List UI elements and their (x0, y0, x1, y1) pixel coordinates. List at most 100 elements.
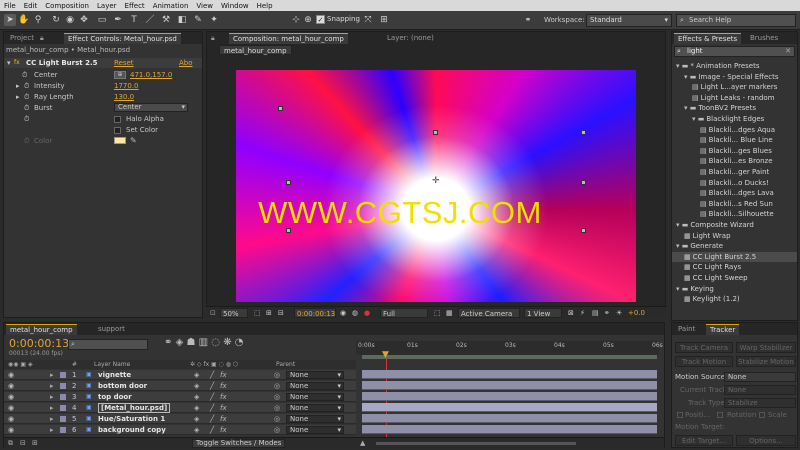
hide-shy-layers-icon[interactable]: ☗ (186, 337, 195, 348)
parent-select[interactable]: None ▾ (286, 426, 344, 434)
shy-switch-icon[interactable]: ◈ (194, 381, 199, 391)
roto-brush-tool-icon[interactable]: ✎ (192, 14, 204, 26)
track-motion-button[interactable]: Track Motion (675, 356, 733, 367)
parent-select[interactable]: None ▾ (286, 393, 344, 401)
snap-options-icon[interactable]: ⤧ (362, 14, 374, 26)
local-axis-icon[interactable]: ⊹ (290, 14, 302, 26)
zoom-out-icon[interactable]: ▲ (360, 439, 365, 447)
expand-triangle-icon[interactable]: ▸ (16, 92, 20, 102)
expand-triangle-icon[interactable]: ▸ (50, 392, 54, 402)
quality-switch-icon[interactable]: ╱ (210, 381, 214, 391)
tree-item[interactable]: ▤ Blackli...s Red Sun (672, 199, 797, 209)
position-checkbox[interactable] (677, 412, 683, 418)
lock-icon[interactable]: 🔒︎ (211, 33, 221, 44)
pick-whip-icon[interactable]: ◎ (274, 370, 280, 380)
transform-handle[interactable] (286, 180, 291, 185)
brainstorm-icon[interactable]: ❋ (223, 337, 231, 348)
layer-duration-bar[interactable] (362, 381, 657, 390)
eye-icon[interactable]: ◉ (8, 414, 14, 424)
col-layer-name[interactable]: Layer Name (94, 360, 130, 369)
expand-triangle-icon[interactable]: ▸ (50, 381, 54, 391)
label-color-swatch[interactable] (60, 383, 66, 389)
label-color-swatch[interactable] (60, 416, 66, 422)
current-time-display[interactable]: 0:00:00:13 (294, 308, 336, 318)
eye-icon[interactable]: ◉ (8, 425, 14, 435)
always-preview-icon[interactable]: ⊡ (210, 308, 216, 318)
label-color-swatch[interactable] (60, 427, 66, 433)
tree-item[interactable]: ▾ ▬ Composite Wizard (672, 220, 797, 230)
hand-tool-icon[interactable]: ✋ (18, 14, 30, 26)
fx-switch-icon[interactable]: fx (220, 425, 227, 435)
timeline-icon[interactable]: ▤ (592, 308, 599, 318)
ray-length-value[interactable]: 130.0 (114, 92, 134, 102)
menu-file[interactable]: File (0, 2, 20, 10)
transform-handle[interactable] (581, 130, 586, 135)
timeline-timecode[interactable]: 0:00:00:13 (9, 337, 69, 350)
work-area-bar[interactable] (362, 355, 657, 359)
view-options-icon[interactable]: ⊟ (278, 308, 284, 318)
in-out-pane-icon[interactable]: ⊞ (32, 439, 38, 447)
layer-duration-bar[interactable] (362, 392, 657, 401)
tab-tracker[interactable]: Tracker (706, 324, 740, 335)
motion-blur-icon[interactable]: ◌ (211, 337, 220, 348)
pick-whip-icon[interactable]: ◎ (274, 414, 280, 424)
layer-row[interactable]: ◉ ▸ 1 ▣ vignette ◈ ╱ fx ◎ None ▾ (4, 370, 356, 380)
layer-duration-bar[interactable] (362, 414, 657, 423)
layer-name[interactable]: vignette (98, 370, 131, 380)
tab-support[interactable]: support (94, 324, 129, 335)
stopwatch-icon[interactable]: ⏱ (24, 136, 29, 146)
color-swatch[interactable] (114, 137, 126, 144)
pick-whip-icon[interactable]: ◎ (274, 403, 280, 413)
rotate-tool-icon[interactable]: ↻ (50, 14, 62, 26)
label-color-swatch[interactable] (60, 372, 66, 378)
shy-switch-icon[interactable]: ◈ (194, 370, 199, 380)
expand-triangle-icon[interactable]: ▸ (50, 425, 54, 435)
layer-name[interactable]: [Metal_hour.psd] (98, 403, 171, 413)
parent-select[interactable]: None ▾ (286, 404, 344, 412)
layer-name[interactable]: background copy (98, 425, 166, 435)
show-snapshot-icon[interactable]: ◍ (352, 308, 358, 318)
clear-search-icon[interactable]: ✕ (785, 47, 791, 56)
eye-icon[interactable]: ◉ (8, 403, 14, 413)
expand-triangle-icon[interactable]: ▸ (50, 403, 54, 413)
snapping-checkbox[interactable]: ✓ (316, 15, 325, 24)
snap-edge-icon[interactable]: ⊞ (378, 14, 390, 26)
quality-switch-icon[interactable]: ╱ (210, 425, 214, 435)
layer-row[interactable]: ◉ ▸ 5 ▣ Hue/Saturation 1 ◈ ╱ fx ◎ None ▾ (4, 414, 356, 424)
tree-item[interactable]: ▾ ▬ ToonBV2 Presets (672, 103, 797, 113)
tab-metal-hour-comp[interactable]: metal_hour_comp (6, 324, 77, 335)
quality-switch-icon[interactable]: ╱ (210, 414, 214, 424)
shy-switch-icon[interactable]: ◈ (194, 403, 199, 413)
motion-source-select[interactable]: None (724, 372, 796, 382)
layer-duration-bar[interactable] (362, 425, 657, 434)
tab-brushes[interactable]: Brushes (746, 33, 782, 44)
eye-icon[interactable]: ◉ (8, 381, 14, 391)
tab-effects-presets[interactable]: Effects & Presets (674, 33, 742, 44)
center-value[interactable]: 471.0,157.0 (130, 70, 172, 80)
layer-row[interactable]: ◉ ▸ 2 ▣ bottom door ◈ ╱ fx ◎ None ▾ (4, 381, 356, 391)
stabilize-motion-button[interactable]: Stabilize Motion (736, 356, 796, 367)
stopwatch-icon[interactable]: ⏱ (24, 114, 29, 124)
stopwatch-icon[interactable]: ⏱ (22, 70, 27, 80)
menu-window[interactable]: Window (217, 2, 253, 10)
region-of-interest-icon[interactable]: ⬚ (254, 308, 261, 318)
transparency-grid-icon[interactable]: ▦ (446, 308, 453, 318)
tree-item[interactable]: ▤ Blackli...dges Lava (672, 188, 797, 198)
rectangle-tool-icon[interactable]: ▭ (96, 14, 108, 26)
layer-duration-bar[interactable] (362, 403, 657, 412)
zoom-tool-icon[interactable]: ⚲ (32, 14, 44, 26)
layer-row[interactable]: ◉ ▸ 6 ▣ background copy ◈ ╱ fx ◎ None ▾ (4, 425, 356, 435)
resolution-select[interactable]: Full (380, 308, 428, 318)
modes-pane-icon[interactable]: ⊟ (20, 439, 26, 447)
warp-stabilizer-button[interactable]: Warp Stabilizer (736, 342, 796, 353)
fast-previews-icon[interactable]: ⚡ (580, 308, 585, 318)
quality-switch-icon[interactable]: ╱ (210, 403, 214, 413)
transform-handle[interactable] (581, 180, 586, 185)
collapse-triangle-icon[interactable]: ▾ (7, 58, 11, 68)
channel-icon[interactable]: ● (364, 308, 370, 318)
options-button[interactable]: Options... (736, 435, 796, 446)
tab-effect-controls[interactable]: Effect Controls: Metal_hour.psd (64, 33, 181, 44)
camera-tool-icon[interactable]: ◉ (64, 14, 76, 26)
tree-item[interactable]: ▦ Keylight (1.2) (672, 294, 797, 304)
toggle-pixel-aspect-icon[interactable]: ⊠ (568, 308, 574, 318)
